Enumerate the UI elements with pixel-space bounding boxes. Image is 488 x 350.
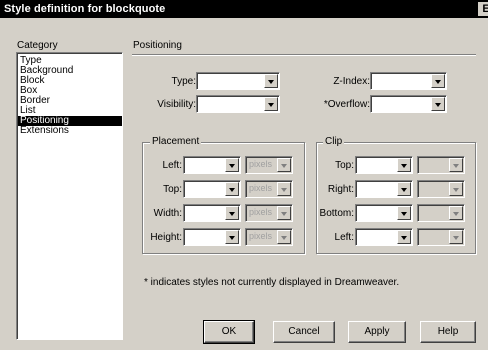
chevron-down-icon[interactable] <box>264 97 278 111</box>
chevron-down-icon[interactable] <box>449 206 463 220</box>
title-bar-button[interactable]: E <box>478 2 488 16</box>
chevron-down-icon[interactable] <box>225 230 239 244</box>
visibility-label: Visibility: <box>157 99 196 110</box>
cancel-button[interactable]: Cancel <box>273 321 335 343</box>
style-definition-dialog: Style definition for blockquote E Catego… <box>0 0 488 350</box>
clip-right-unit-select[interactable] <box>417 180 465 198</box>
clip-left-label: Left: <box>334 232 354 243</box>
placement-height-unit-select[interactable]: pixels <box>245 228 293 246</box>
overflow-select[interactable] <box>370 95 447 113</box>
chevron-down-icon[interactable] <box>397 158 411 172</box>
ok-button[interactable]: OK <box>203 320 255 344</box>
apply-button[interactable]: Apply <box>348 321 406 343</box>
type-label: Type: <box>171 76 196 87</box>
unit-value: pixels <box>249 159 273 169</box>
zindex-combo[interactable] <box>370 72 447 90</box>
chevron-down-icon[interactable] <box>431 74 445 88</box>
placement-height-combo[interactable] <box>183 228 241 246</box>
placement-title: Placement <box>150 136 202 147</box>
window-title: Style definition for blockquote <box>4 3 166 15</box>
placement-width-label: Width: <box>153 208 182 219</box>
placement-left-label: Left: <box>162 160 182 171</box>
placement-top-combo[interactable] <box>183 180 241 198</box>
clip-top-combo[interactable] <box>355 156 413 174</box>
chevron-down-icon[interactable] <box>397 206 411 220</box>
clip-left-combo[interactable] <box>355 228 413 246</box>
chevron-down-icon[interactable] <box>449 158 463 172</box>
unit-value: pixels <box>249 231 273 241</box>
footnote-text: * indicates styles not currently display… <box>144 277 400 288</box>
chevron-down-icon[interactable] <box>264 74 278 88</box>
clip-bottom-unit-select[interactable] <box>417 204 465 222</box>
chevron-down-icon[interactable] <box>277 158 291 172</box>
placement-width-unit-select[interactable]: pixels <box>245 204 293 222</box>
category-item-extensions[interactable]: Extensions <box>20 126 69 136</box>
chevron-down-icon[interactable] <box>225 206 239 220</box>
help-button[interactable]: Help <box>420 321 476 343</box>
clip-right-combo[interactable] <box>355 180 413 198</box>
chevron-down-icon[interactable] <box>397 230 411 244</box>
placement-width-combo[interactable] <box>183 204 241 222</box>
unit-value: pixels <box>249 183 273 193</box>
chevron-down-icon[interactable] <box>277 230 291 244</box>
chevron-down-icon[interactable] <box>225 158 239 172</box>
placement-height-label: Height: <box>150 232 182 243</box>
visibility-select[interactable] <box>196 95 280 113</box>
placement-top-unit-select[interactable]: pixels <box>245 180 293 198</box>
chevron-down-icon[interactable] <box>449 182 463 196</box>
title-bar: Style definition for blockquote E <box>0 0 488 18</box>
clip-top-label: Top: <box>335 160 354 171</box>
zindex-label: Z-Index: <box>333 76 370 87</box>
clip-bottom-label: Bottom: <box>319 208 354 219</box>
placement-left-unit-select[interactable]: pixels <box>245 156 293 174</box>
clip-title: Clip <box>323 136 345 147</box>
section-divider <box>132 54 476 56</box>
overflow-label: *Overflow: <box>323 99 370 110</box>
placement-left-combo[interactable] <box>183 156 241 174</box>
chevron-down-icon[interactable] <box>397 182 411 196</box>
category-list[interactable]: Type Background Block Box Border List Po… <box>16 52 123 340</box>
clip-right-label: Right: <box>327 184 354 195</box>
section-title: Positioning <box>133 40 182 51</box>
clip-bottom-combo[interactable] <box>355 204 413 222</box>
chevron-down-icon[interactable] <box>449 230 463 244</box>
type-select[interactable] <box>196 72 280 90</box>
chevron-down-icon[interactable] <box>431 97 445 111</box>
category-label: Category <box>17 40 58 51</box>
chevron-down-icon[interactable] <box>277 206 291 220</box>
clip-top-unit-select[interactable] <box>417 156 465 174</box>
chevron-down-icon[interactable] <box>277 182 291 196</box>
chevron-down-icon[interactable] <box>225 182 239 196</box>
placement-top-label: Top: <box>163 184 182 195</box>
unit-value: pixels <box>249 207 273 217</box>
clip-left-unit-select[interactable] <box>417 228 465 246</box>
